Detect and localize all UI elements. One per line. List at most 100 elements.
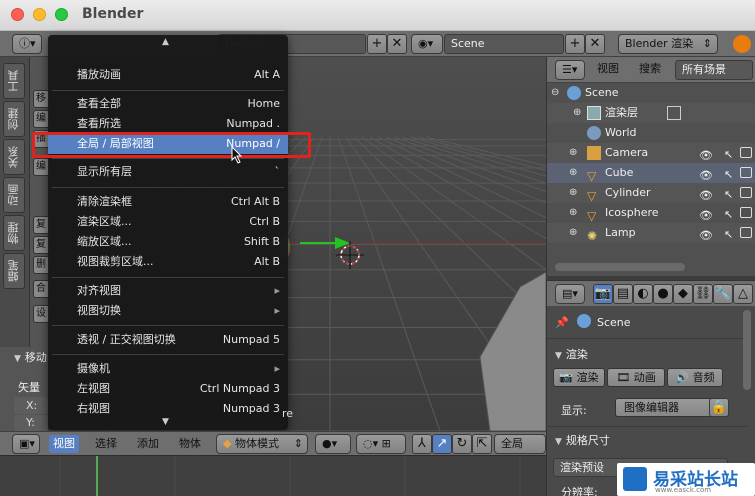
mouse-cursor-icon [231, 146, 243, 164]
outliner: ⊖ Scene ⊕ 渲染层 World ⊕ Camera 👁 ↖ ⊕ ▽ Cube… [546, 83, 755, 276]
outliner-menu-search[interactable]: 搜索 [635, 60, 665, 78]
render-camera-icon[interactable] [740, 207, 752, 218]
modifiers-tab-icon[interactable]: 🔧 [713, 284, 733, 304]
scroll-up-icon[interactable]: ▲ [162, 37, 169, 47]
outliner-menu-view[interactable]: 视图 [593, 60, 623, 78]
viewport-shading-button[interactable]: ●▾ [315, 434, 351, 454]
menu-item-right-view[interactable]: 右视图 Numpad 3 [48, 399, 288, 419]
render-camera-icon[interactable] [740, 147, 752, 158]
outliner-row-camera[interactable]: ⊕ Camera 👁 ↖ [547, 143, 755, 163]
world-tab-icon[interactable]: ● [653, 284, 673, 304]
rotate-icon[interactable]: ↻ [452, 434, 472, 454]
lamp-icon: ✺ [587, 229, 598, 243]
menu-item-navigation[interactable]: 视图切换 ▸ [48, 301, 288, 321]
select-arrow-icon[interactable]: ↖ [724, 225, 733, 245]
tab-relations[interactable]: 关系 [3, 139, 25, 175]
mode-dropdown[interactable]: ◆ 物体模式 ⇕ [216, 434, 308, 454]
scale-icon[interactable]: ⇱ [472, 434, 492, 454]
editor-type-button[interactable]: ☰▾ [555, 60, 585, 80]
tab-grease-pencil[interactable]: 蜡笔 [3, 253, 25, 289]
render-camera-icon[interactable] [740, 187, 752, 198]
render-layer-icon [667, 106, 681, 120]
translate-icon[interactable]: ↗ [432, 434, 452, 454]
menu-item-left-view[interactable]: 左视图 Ctrl Numpad 3 [48, 379, 288, 399]
menu-object[interactable]: 物体 [175, 435, 205, 453]
pivot-point-button[interactable]: ◌▾ ⊞ [356, 434, 406, 454]
menu-item-align-view[interactable]: 对齐视图 ▸ [48, 281, 288, 301]
menu-item-render-border[interactable]: 渲染区域... Ctrl B [48, 212, 288, 232]
menu-view[interactable]: 视图 [49, 435, 79, 453]
watermark-logo-icon [623, 467, 647, 491]
close-window-button[interactable] [11, 8, 24, 21]
properties-scrollbar[interactable] [743, 310, 751, 390]
render-camera-icon[interactable] [740, 167, 752, 178]
outliner-row-lamp[interactable]: ⊕ ✺ Lamp 👁 ↖ [547, 223, 755, 243]
minimize-window-button[interactable] [33, 8, 46, 21]
tab-physics[interactable]: 物理 [3, 215, 25, 251]
editor-type-button[interactable]: ⓘ▾ [12, 34, 42, 54]
outliner-scrollbar[interactable] [555, 263, 685, 271]
menu-item-persp-ortho[interactable]: 透视 / 正交视图切换 Numpad 5 [48, 330, 288, 350]
scene-icon [567, 86, 581, 100]
render-button[interactable]: 📷 渲染 [553, 368, 605, 387]
menu-select[interactable]: 选择 [91, 435, 121, 453]
select-arrow-icon[interactable]: ↖ [724, 145, 733, 165]
render-section-header[interactable]: ▼ 渲染 [555, 346, 588, 362]
outliner-row-render-layers[interactable]: ⊕ 渲染层 [547, 103, 755, 123]
constraints-tab-icon[interactable]: ⛓ [693, 284, 713, 304]
tab-create[interactable]: 创建 [3, 101, 25, 137]
outliner-row-icosphere[interactable]: ⊕ ▽ Icosphere 👁 ↖ [547, 203, 755, 223]
outliner-row-cube[interactable]: ⊕ ▽ Cube 👁 ↖ [547, 163, 755, 183]
tab-animation[interactable]: 动画 [3, 177, 25, 213]
resolution-label: 分辨率: [561, 486, 598, 496]
select-arrow-icon[interactable]: ↖ [724, 165, 733, 185]
add-scene-icon[interactable]: + [565, 34, 585, 54]
scene-field[interactable]: Scene [444, 34, 564, 54]
menu-add[interactable]: 添加 [133, 435, 163, 453]
maximize-window-button[interactable] [55, 8, 68, 21]
data-tab-icon[interactable]: △ [733, 284, 753, 304]
outliner-row-cylinder[interactable]: ⊕ ▽ Cylinder 👁 ↖ [547, 183, 755, 203]
scene-selector-icon[interactable]: ◉▾ [411, 34, 443, 54]
remove-layout-icon[interactable]: ✕ [387, 34, 407, 54]
render-layers-tab-icon[interactable]: ▤ [613, 284, 633, 304]
y-field[interactable]: Y: [14, 415, 48, 431]
menu-item-clear-render-border[interactable]: 清除渲染框 Ctrl Alt B [48, 192, 288, 212]
scroll-down-icon[interactable]: ▼ [162, 417, 169, 427]
render-camera-icon[interactable] [740, 227, 752, 238]
dimensions-section-header[interactable]: ▼ 规格尺寸 [555, 432, 610, 448]
transform-orientation-dropdown[interactable]: 全局 [494, 434, 546, 454]
menu-item-show-all-layers[interactable]: 显示所有层 ` [48, 162, 288, 182]
editor-type-button[interactable]: ▣▾ [12, 434, 40, 454]
timeline-grid [59, 456, 521, 496]
remove-scene-icon[interactable]: ✕ [585, 34, 605, 54]
animation-button[interactable]: 🎞 动画 [607, 368, 665, 387]
menu-item-view-selected[interactable]: 查看所选 Numpad . [48, 114, 288, 134]
editor-type-button[interactable]: ▤▾ [555, 284, 585, 304]
add-layout-icon[interactable]: + [367, 34, 387, 54]
menu-item-play-animation[interactable]: 播放动画 Alt A [48, 65, 288, 85]
blender-logo-icon [733, 35, 751, 53]
manipulator-icon[interactable]: ⅄ [412, 434, 432, 454]
select-arrow-icon[interactable]: ↖ [724, 185, 733, 205]
select-arrow-icon[interactable]: ↖ [724, 205, 733, 225]
pin-icon[interactable]: 📌 [555, 316, 569, 329]
menu-item-clipping-border[interactable]: 视图裁剪区域... Alt B [48, 252, 288, 272]
scene-tab-icon[interactable]: ◐ [633, 284, 653, 304]
x-field[interactable]: X: [14, 397, 48, 414]
lock-icon[interactable]: 🔒 [709, 398, 729, 417]
render-engine-dropdown[interactable]: Blender 渲染 ⇕ [618, 34, 718, 54]
window-titlebar: Blender [0, 0, 755, 31]
outliner-row-world[interactable]: World [547, 123, 755, 143]
timeline-area[interactable] [0, 455, 546, 496]
outliner-row-scene[interactable]: ⊖ Scene [547, 83, 755, 103]
render-tab-icon[interactable]: 📷 [593, 284, 613, 304]
object-tab-icon[interactable]: ◆ [673, 284, 693, 304]
menu-item-zoom-border[interactable]: 缩放区域... Shift B [48, 232, 288, 252]
tab-tools[interactable]: 工具 [3, 63, 25, 99]
outliner-display-mode[interactable]: 所有场景 [675, 60, 753, 80]
menu-item-view-all[interactable]: 查看全部 Home [48, 94, 288, 114]
audio-button[interactable]: 🔊 音频 [667, 368, 723, 387]
visibility-eye-icon[interactable]: 👁 [699, 226, 713, 246]
menu-item-cameras[interactable]: 摄像机 ▸ [48, 359, 288, 379]
